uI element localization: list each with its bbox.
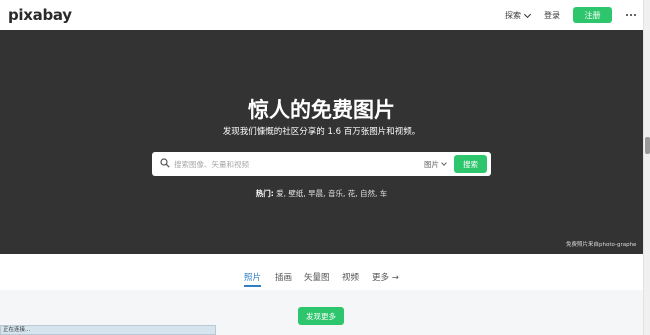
- explore-menu[interactable]: 探索: [505, 10, 532, 21]
- hero-subtitle: 发现我们慷慨的社区分享的 1.6 百万张图片和视频。: [222, 127, 421, 137]
- explore-label: 探索: [505, 11, 521, 20]
- media-type-label: 图片: [424, 160, 439, 169]
- trending-label: 热门:: [255, 189, 274, 198]
- page: pixabay 探索 登录 注册 惊人的免费图片 发现我们慷慨的社区分享的 1.…: [0, 0, 650, 335]
- photo-credit[interactable]: 免费照片来自photo-graphe: [566, 240, 636, 248]
- chevron-down-icon: [523, 10, 532, 18]
- tab-more[interactable]: 更多 →: [372, 271, 399, 283]
- vertical-scrollbar[interactable]: [643, 0, 650, 335]
- search-input[interactable]: [174, 156, 404, 172]
- login-link[interactable]: 登录: [544, 10, 560, 21]
- tab-illustrations[interactable]: 插画: [275, 271, 292, 283]
- search-button[interactable]: 搜索: [454, 155, 487, 173]
- tab-videos[interactable]: 视频: [342, 271, 359, 283]
- hero-title: 惊人的免费图片: [248, 98, 395, 122]
- active-tab-indicator: [244, 285, 261, 287]
- trending-searches: 热门: 爱, 壁纸, 早晨, 音乐, 花, 自然, 车: [0, 188, 643, 199]
- search-bar: 图片 搜索: [152, 152, 491, 176]
- tab-vectors[interactable]: 矢量图: [304, 271, 330, 283]
- top-navbar: pixabay 探索 登录 注册: [0, 0, 643, 30]
- media-tabs: 照片 插画 矢量图 视频 更多 →: [0, 254, 643, 290]
- search-icon: [160, 158, 170, 168]
- pixabay-logo[interactable]: pixabay: [8, 6, 72, 24]
- media-type-select[interactable]: 图片: [424, 159, 447, 170]
- trending-items[interactable]: 爱, 壁纸, 早晨, 音乐, 花, 自然, 车: [276, 189, 387, 198]
- browser-status-bar: 正在连接...: [0, 325, 216, 335]
- scrollbar-thumb[interactable]: [645, 137, 650, 154]
- register-button[interactable]: 注册: [573, 7, 612, 23]
- chevron-down-icon: [441, 160, 447, 166]
- hero-banner: 惊人的免费图片 发现我们慷慨的社区分享的 1.6 百万张图片和视频。 图片 搜索…: [0, 30, 643, 254]
- tab-photos[interactable]: 照片: [244, 271, 261, 283]
- discover-more-button[interactable]: 发现更多: [298, 307, 344, 325]
- more-options-icon[interactable]: [625, 7, 637, 23]
